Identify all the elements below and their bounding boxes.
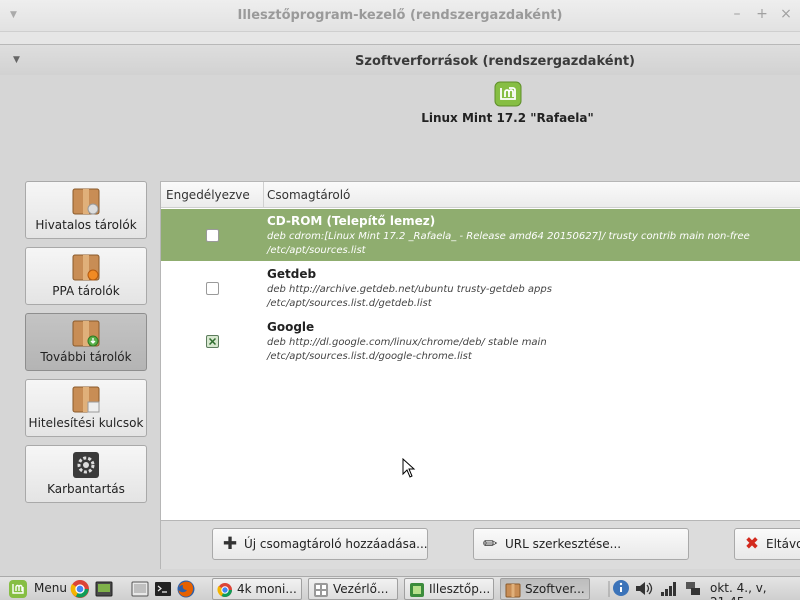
repo-line: deb cdrom:[Linux Mint 17.2 _Rafaela_ - R… (267, 231, 750, 242)
column-header-repository[interactable]: Csomagtároló (267, 188, 350, 202)
linux-mint-menu-icon (9, 580, 27, 598)
edit-url-label: URL szerkesztése... (505, 537, 622, 551)
add-repository-label: Új csomagtároló hozzáadása... (244, 537, 428, 551)
terminal-launcher-icon[interactable] (153, 579, 173, 599)
minimize-button[interactable]: – (730, 7, 744, 21)
action-bar: ✚ Új csomagtároló hozzáadása... ✎ URL sz… (160, 521, 800, 569)
control-panel-icon (314, 583, 328, 597)
file-manager-launcher-icon[interactable] (130, 579, 150, 599)
table-row[interactable]: Google deb http://dl.google.com/linux/ch… (161, 315, 800, 368)
show-desktop-icon[interactable] (94, 579, 114, 599)
sidebar-item-label: További tárolók (40, 350, 132, 364)
plus-icon: ✚ (222, 534, 238, 554)
sidebar-item-maintenance[interactable]: Karbantartás (25, 445, 147, 503)
start-menu-button[interactable]: Menu (4, 578, 67, 600)
mouse-cursor-icon (402, 458, 416, 478)
add-repository-button[interactable]: ✚ Új csomagtároló hozzáadása... (212, 528, 428, 560)
sidebar-item-auth-keys[interactable]: Hitelesítési kulcsok (25, 379, 147, 437)
dialog-title: Szoftverforrások (rendszergazdaként) (355, 54, 635, 69)
maintenance-icon (73, 452, 99, 478)
package-download-icon (72, 320, 100, 347)
task-label: Vezérlő... (333, 582, 389, 596)
chrome-launcher-icon[interactable] (70, 579, 90, 599)
enabled-checkbox[interactable] (206, 335, 219, 348)
task-label: 4k moni... (237, 582, 297, 596)
column-header-enabled[interactable]: Engedélyezve (166, 188, 250, 202)
taskbar-task-chrome[interactable]: 4k moni... (212, 578, 302, 600)
sidebar-item-label: PPA tárolók (52, 284, 120, 298)
repo-name: CD-ROM (Telepítő lemez) (267, 214, 436, 228)
info-icon[interactable] (612, 579, 630, 597)
table-row[interactable]: Getdeb deb http://archive.getdeb.net/ubu… (161, 262, 800, 315)
distro-name: Linux Mint 17.2 "Rafaela" (421, 111, 594, 125)
repo-name: Getdeb (267, 267, 317, 281)
sidebar-item-additional-repos[interactable]: További tárolók (25, 313, 147, 371)
clock[interactable]: okt. 4., v, 21.45 (710, 581, 800, 600)
sidebar-item-official-repos[interactable]: Hivatalos tárolók (25, 181, 147, 239)
dialog-titlebar[interactable]: ▼ Szoftverforrások (rendszergazdaként) (0, 45, 800, 75)
taskbar-task-software-sources[interactable]: Szoftver... (500, 578, 590, 600)
task-label: Illesztőp... (429, 582, 491, 596)
firefox-launcher-icon[interactable] (176, 579, 196, 599)
software-sources-icon (505, 583, 521, 598)
repo-file: /etc/apt/sources.list.d/getdeb.list (267, 298, 432, 309)
enabled-checkbox[interactable] (206, 282, 219, 295)
sidebar-item-ppa-repos[interactable]: PPA tárolók (25, 247, 147, 305)
close-button[interactable]: × (779, 7, 793, 21)
pencil-icon: ✎ (478, 531, 504, 557)
column-divider[interactable] (263, 182, 264, 208)
edit-url-button[interactable]: ✎ URL szerkesztése... (473, 528, 689, 560)
repository-table: Engedélyezve Csomagtároló CD-ROM (Telepí… (160, 181, 800, 521)
taskbar: Menu 4k moni... Vezérlő... Illesztőp... … (0, 576, 800, 600)
software-sources-dialog: ▼ Szoftverforrások (rendszergazdaként) L… (0, 44, 800, 576)
repo-line: deb http://dl.google.com/linux/chrome/de… (267, 337, 547, 348)
driver-manager-titlebar[interactable]: ▼ Illesztőprogram-kezelő (rendszergazdak… (0, 0, 800, 32)
remove-x-icon: ✖ (744, 534, 760, 554)
enabled-checkbox[interactable] (206, 229, 219, 242)
table-row[interactable]: CD-ROM (Telepítő lemez) deb cdrom:[Linux… (161, 209, 800, 261)
driver-manager-title: Illesztőprogram-kezelő (rendszergazdakén… (237, 8, 563, 23)
repo-name: Google (267, 320, 315, 334)
maximize-button[interactable]: + (755, 7, 769, 21)
network-signal-icon[interactable] (660, 580, 678, 597)
package-icon (72, 254, 100, 281)
volume-icon[interactable] (634, 580, 654, 597)
repo-line: deb http://archive.getdeb.net/ubuntu tru… (267, 284, 552, 295)
taskbar-task-driver-manager[interactable]: Illesztőp... (404, 578, 494, 600)
remove-repository-label: Eltávo (766, 537, 800, 551)
chrome-icon (217, 583, 232, 597)
sidebar-item-label: Hitelesítési kulcsok (28, 416, 144, 430)
sidebar-item-label: Hivatalos tárolók (35, 218, 137, 232)
driver-manager-icon (410, 583, 424, 597)
sidebar-item-label: Karbantartás (47, 482, 125, 496)
repo-file: /etc/apt/sources.list (267, 245, 366, 256)
package-key-icon (72, 386, 100, 413)
remove-repository-button[interactable]: ✖ Eltávo (734, 528, 800, 560)
taskbar-task-control-center[interactable]: Vezérlő... (308, 578, 398, 600)
linux-mint-logo-icon (494, 81, 522, 107)
repo-file: /etc/apt/sources.list.d/google-chrome.li… (267, 351, 472, 362)
package-icon (72, 188, 100, 215)
menu-label: Menu (34, 581, 67, 595)
distro-header: Linux Mint 17.2 "Rafaela" (0, 79, 800, 139)
table-header: Engedélyezve Csomagtároló (161, 182, 800, 208)
network-manager-icon[interactable] (684, 580, 702, 597)
task-label: Szoftver... (525, 582, 585, 596)
